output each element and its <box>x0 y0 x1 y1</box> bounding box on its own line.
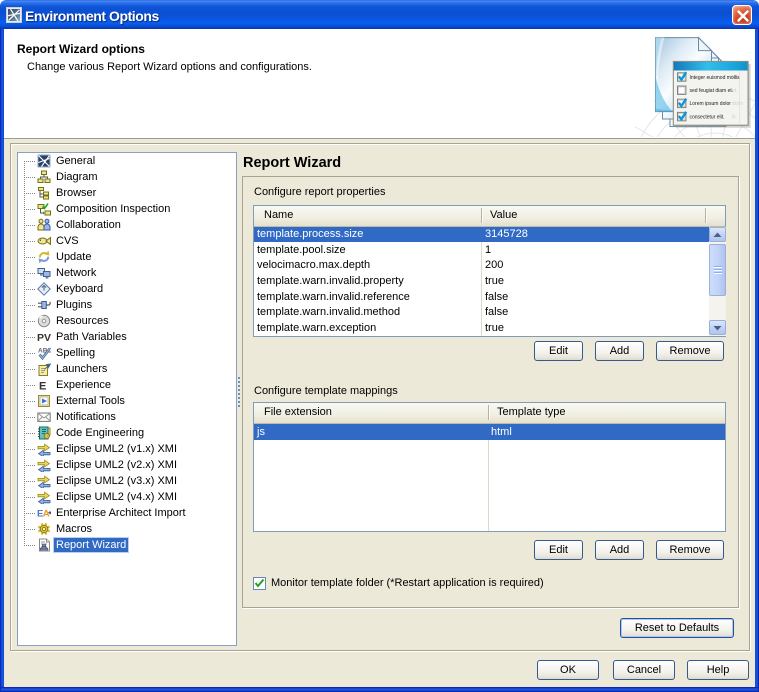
svg-text:E: E <box>39 381 46 393</box>
svg-text:dolor: dolor <box>732 101 743 107</box>
svg-text:Integer euismod mollis: Integer euismod mollis <box>690 75 741 81</box>
svg-text:PV: PV <box>37 332 51 344</box>
svg-text:Lorem ipsum dolor: Lorem ipsum dolor <box>690 101 732 107</box>
svg-text:consectetur elit.: consectetur elit. <box>690 114 725 120</box>
svg-text:A: A <box>43 509 50 520</box>
svg-text:lit.: lit. <box>732 114 737 120</box>
svg-text:sed feugiat diam et.: sed feugiat diam et. <box>690 88 734 94</box>
